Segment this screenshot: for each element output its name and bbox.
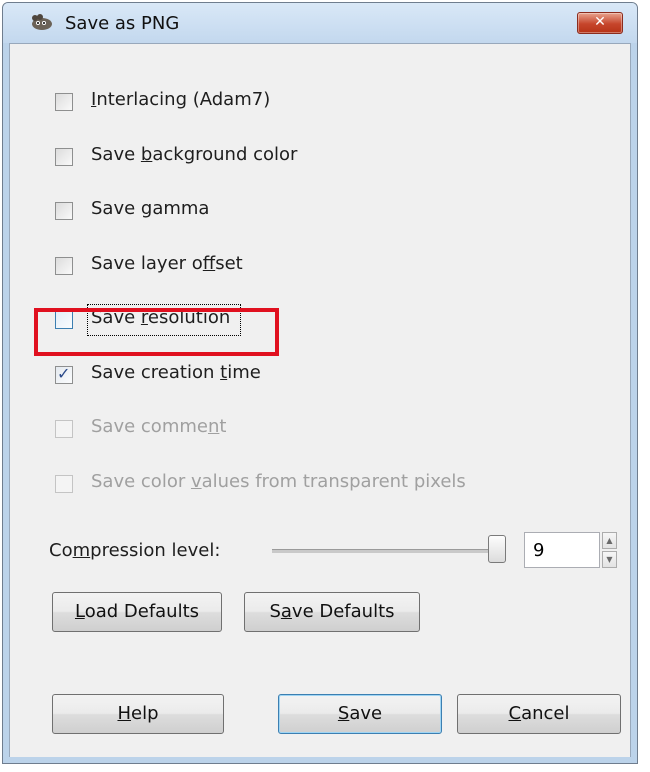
- spin-down-button[interactable]: ▼: [602, 551, 617, 568]
- save-button[interactable]: Save: [278, 694, 442, 734]
- checkbox-interlacing[interactable]: [55, 93, 73, 111]
- save-defaults-button[interactable]: Save Defaults: [244, 592, 420, 632]
- checkmark-icon: ✓: [57, 363, 71, 383]
- option-label: Save comment: [91, 416, 227, 437]
- checkbox-save-gamma[interactable]: [55, 202, 73, 220]
- option-label: Save gamma: [91, 198, 210, 219]
- help-button[interactable]: Help: [52, 694, 224, 734]
- cancel-button[interactable]: Cancel: [457, 694, 621, 734]
- compression-level-label: Compression level:: [49, 540, 221, 561]
- option-label: Save layer offset: [91, 252, 243, 274]
- close-button[interactable]: ✕: [577, 12, 623, 34]
- option-label: Save background color: [91, 143, 298, 165]
- window-frame-bottom: [3, 757, 637, 763]
- checkbox-save-comment: [55, 420, 73, 438]
- checkbox-save-creation-time[interactable]: ✓: [55, 363, 73, 384]
- dialog-title: Save as PNG: [65, 13, 180, 34]
- chevron-down-icon: ▼: [606, 555, 613, 564]
- close-icon: ✕: [594, 14, 606, 30]
- option-label: Save creation time: [91, 361, 261, 383]
- dialog-content: Interlacing (Adam7) Save background color…: [9, 43, 631, 759]
- compression-slider-track[interactable]: [272, 549, 502, 553]
- option-save-comment: Save comment: [55, 415, 595, 445]
- title-bar[interactable]: Save as PNG ✕: [3, 3, 637, 43]
- option-save-color-values: Save color values from transparent pixel…: [55, 470, 595, 500]
- checkbox-save-layer-offset[interactable]: [55, 256, 73, 275]
- option-interlacing[interactable]: Interlacing (Adam7): [55, 88, 595, 118]
- spin-up-button[interactable]: ▲: [602, 532, 617, 549]
- compression-slider-thumb[interactable]: [488, 535, 506, 563]
- highlight-annotation: [34, 308, 279, 356]
- chevron-up-icon: ▲: [606, 536, 613, 545]
- save-as-png-dialog: Save as PNG ✕ Interlacing (Adam7) Save ba…: [2, 2, 638, 764]
- option-label: Save color values from transparent pixel…: [91, 470, 466, 492]
- checkbox-save-color-values: [55, 474, 73, 493]
- option-save-creation-time[interactable]: ✓ Save creation time: [55, 361, 595, 391]
- option-label: Interlacing (Adam7): [91, 89, 271, 110]
- option-save-background-color[interactable]: Save background color: [55, 143, 595, 173]
- load-defaults-button[interactable]: Load Defaults: [52, 592, 222, 632]
- compression-level-input[interactable]: [524, 532, 600, 568]
- gimp-icon: [32, 14, 52, 30]
- option-save-gamma[interactable]: Save gamma: [55, 197, 595, 227]
- option-save-layer-offset[interactable]: Save layer offset: [55, 252, 595, 282]
- checkbox-save-background-color[interactable]: [55, 147, 73, 166]
